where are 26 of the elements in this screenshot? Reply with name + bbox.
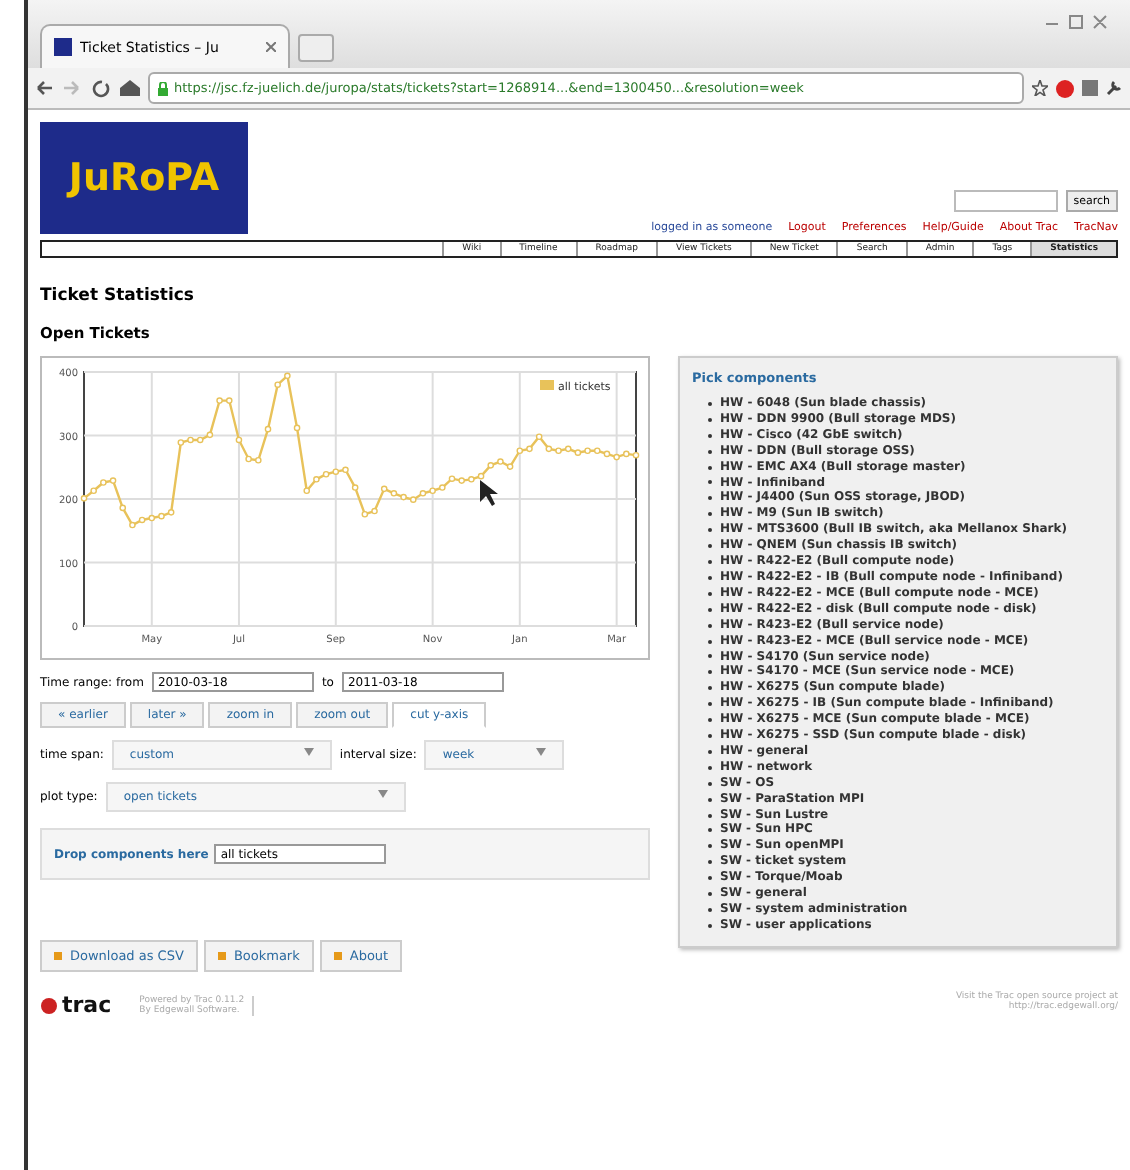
navigation-icon[interactable] <box>36 78 140 98</box>
search-field[interactable] <box>953 190 1058 212</box>
caret-icon <box>377 790 388 798</box>
data-point <box>255 456 262 464</box>
data-point <box>284 372 291 380</box>
data-point <box>535 433 543 441</box>
caret-icon <box>536 748 547 756</box>
close-icon[interactable] <box>266 42 276 52</box>
favicon-icon <box>54 38 72 56</box>
data-point <box>303 487 311 495</box>
data-point <box>119 504 127 512</box>
page-title: Ticket Statistics <box>40 286 196 306</box>
caret-icon <box>303 748 314 756</box>
data-point <box>245 455 252 463</box>
star-icon[interactable] <box>1032 80 1048 96</box>
data-point <box>274 381 281 388</box>
data-point <box>235 436 243 444</box>
data-point <box>264 425 272 433</box>
data-point <box>293 424 301 432</box>
data-point <box>351 484 359 491</box>
mouse-cursor-icon <box>480 480 498 506</box>
legend-swatch <box>540 380 554 390</box>
wrench-icon[interactable] <box>1106 80 1122 96</box>
trac-logo[interactable]: trac <box>40 992 112 1018</box>
extension-icon[interactable] <box>1056 79 1074 97</box>
site-logo[interactable]: JuRoPA <box>40 122 248 234</box>
